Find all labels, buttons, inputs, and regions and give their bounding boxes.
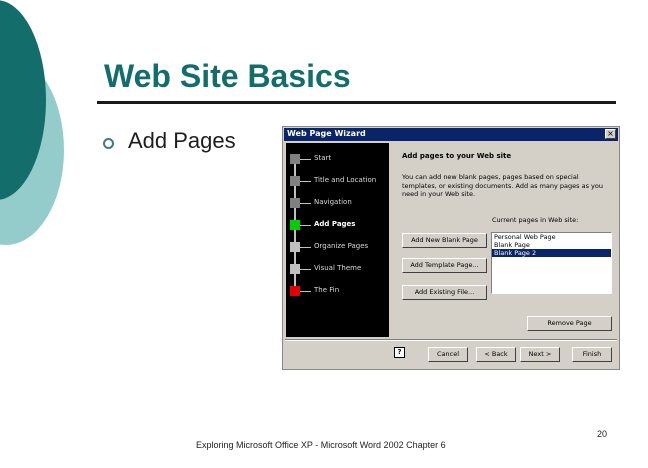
wizard-step-add-pages[interactable]: Add Pages: [286, 219, 389, 233]
current-pages-listbox[interactable]: Personal Web Page Blank Page Blank Page 2: [491, 232, 612, 294]
add-blank-page-button[interactable]: Add New Blank Page: [402, 233, 487, 248]
step-connector: [300, 269, 311, 270]
step-connector: [300, 181, 311, 182]
web-page-wizard-dialog: Web Page Wizard × Start Title and Locatio…: [282, 126, 620, 370]
step-label: Start: [314, 154, 332, 162]
step-label: Visual Theme: [314, 264, 362, 272]
next-button[interactable]: Next >: [520, 347, 560, 362]
step-heading: Add pages to your Web site: [402, 152, 512, 160]
step-connector: [300, 291, 311, 292]
wizard-step-the-fin[interactable]: The Fin: [286, 285, 389, 299]
step-connector: [300, 159, 311, 160]
current-pages-label: Current pages in Web site:: [492, 216, 579, 224]
finish-button[interactable]: Finish: [572, 347, 612, 362]
wizard-steps-panel: Start Title and Location Navigation Add Pag…: [286, 143, 389, 337]
step-marker-icon: [290, 242, 300, 252]
add-template-page-button[interactable]: Add Template Page...: [402, 258, 487, 273]
step-label: Title and Location: [314, 176, 377, 184]
cancel-button[interactable]: Cancel: [428, 347, 468, 362]
wizard-step-visual-theme[interactable]: Visual Theme: [286, 263, 389, 277]
bullet-circle-icon: [103, 138, 114, 149]
slide-title: Web Site Basics: [104, 58, 351, 94]
wizard-step-start[interactable]: Start: [286, 153, 389, 167]
step-connector: [300, 225, 311, 226]
wizard-step-navigation[interactable]: Navigation: [286, 197, 389, 211]
help-icon[interactable]: ?: [394, 347, 405, 358]
remove-page-button[interactable]: Remove Page: [527, 316, 612, 331]
dialog-title: Web Page Wizard: [287, 129, 366, 138]
close-icon[interactable]: ×: [605, 129, 616, 139]
step-marker-icon: [290, 220, 300, 230]
step-marker-icon: [290, 154, 300, 164]
step-marker-icon: [290, 176, 300, 186]
list-item[interactable]: Blank Page 2: [492, 249, 611, 257]
step-marker-icon: [290, 286, 300, 296]
step-label: Add Pages: [314, 220, 356, 228]
step-label: Navigation: [314, 198, 352, 206]
add-existing-file-button[interactable]: Add Existing File...: [402, 285, 487, 300]
dialog-titlebar: Web Page Wizard ×: [284, 128, 618, 141]
bullet-text: Add Pages: [128, 128, 236, 153]
wizard-step-title-and-location[interactable]: Title and Location: [286, 175, 389, 189]
back-button[interactable]: < Back: [476, 347, 516, 362]
step-marker-icon: [290, 264, 300, 274]
step-description: You can add new blank pages, pages based…: [402, 173, 603, 198]
list-item[interactable]: Blank Page: [492, 241, 611, 249]
step-marker-icon: [290, 198, 300, 208]
step-connector: [300, 203, 311, 204]
step-label: Organize Pages: [314, 242, 369, 250]
step-connector: [300, 247, 311, 248]
slide-footer: Exploring Microsoft Office XP - Microsof…: [196, 440, 446, 450]
list-item[interactable]: Personal Web Page: [492, 233, 611, 241]
page-number: 20: [597, 429, 608, 439]
step-label: The Fin: [314, 286, 340, 294]
title-divider: [97, 101, 616, 104]
wizard-step-organize-pages[interactable]: Organize Pages: [286, 241, 389, 255]
slide-decoration: [0, 0, 64, 245]
dialog-separator: [285, 339, 617, 341]
